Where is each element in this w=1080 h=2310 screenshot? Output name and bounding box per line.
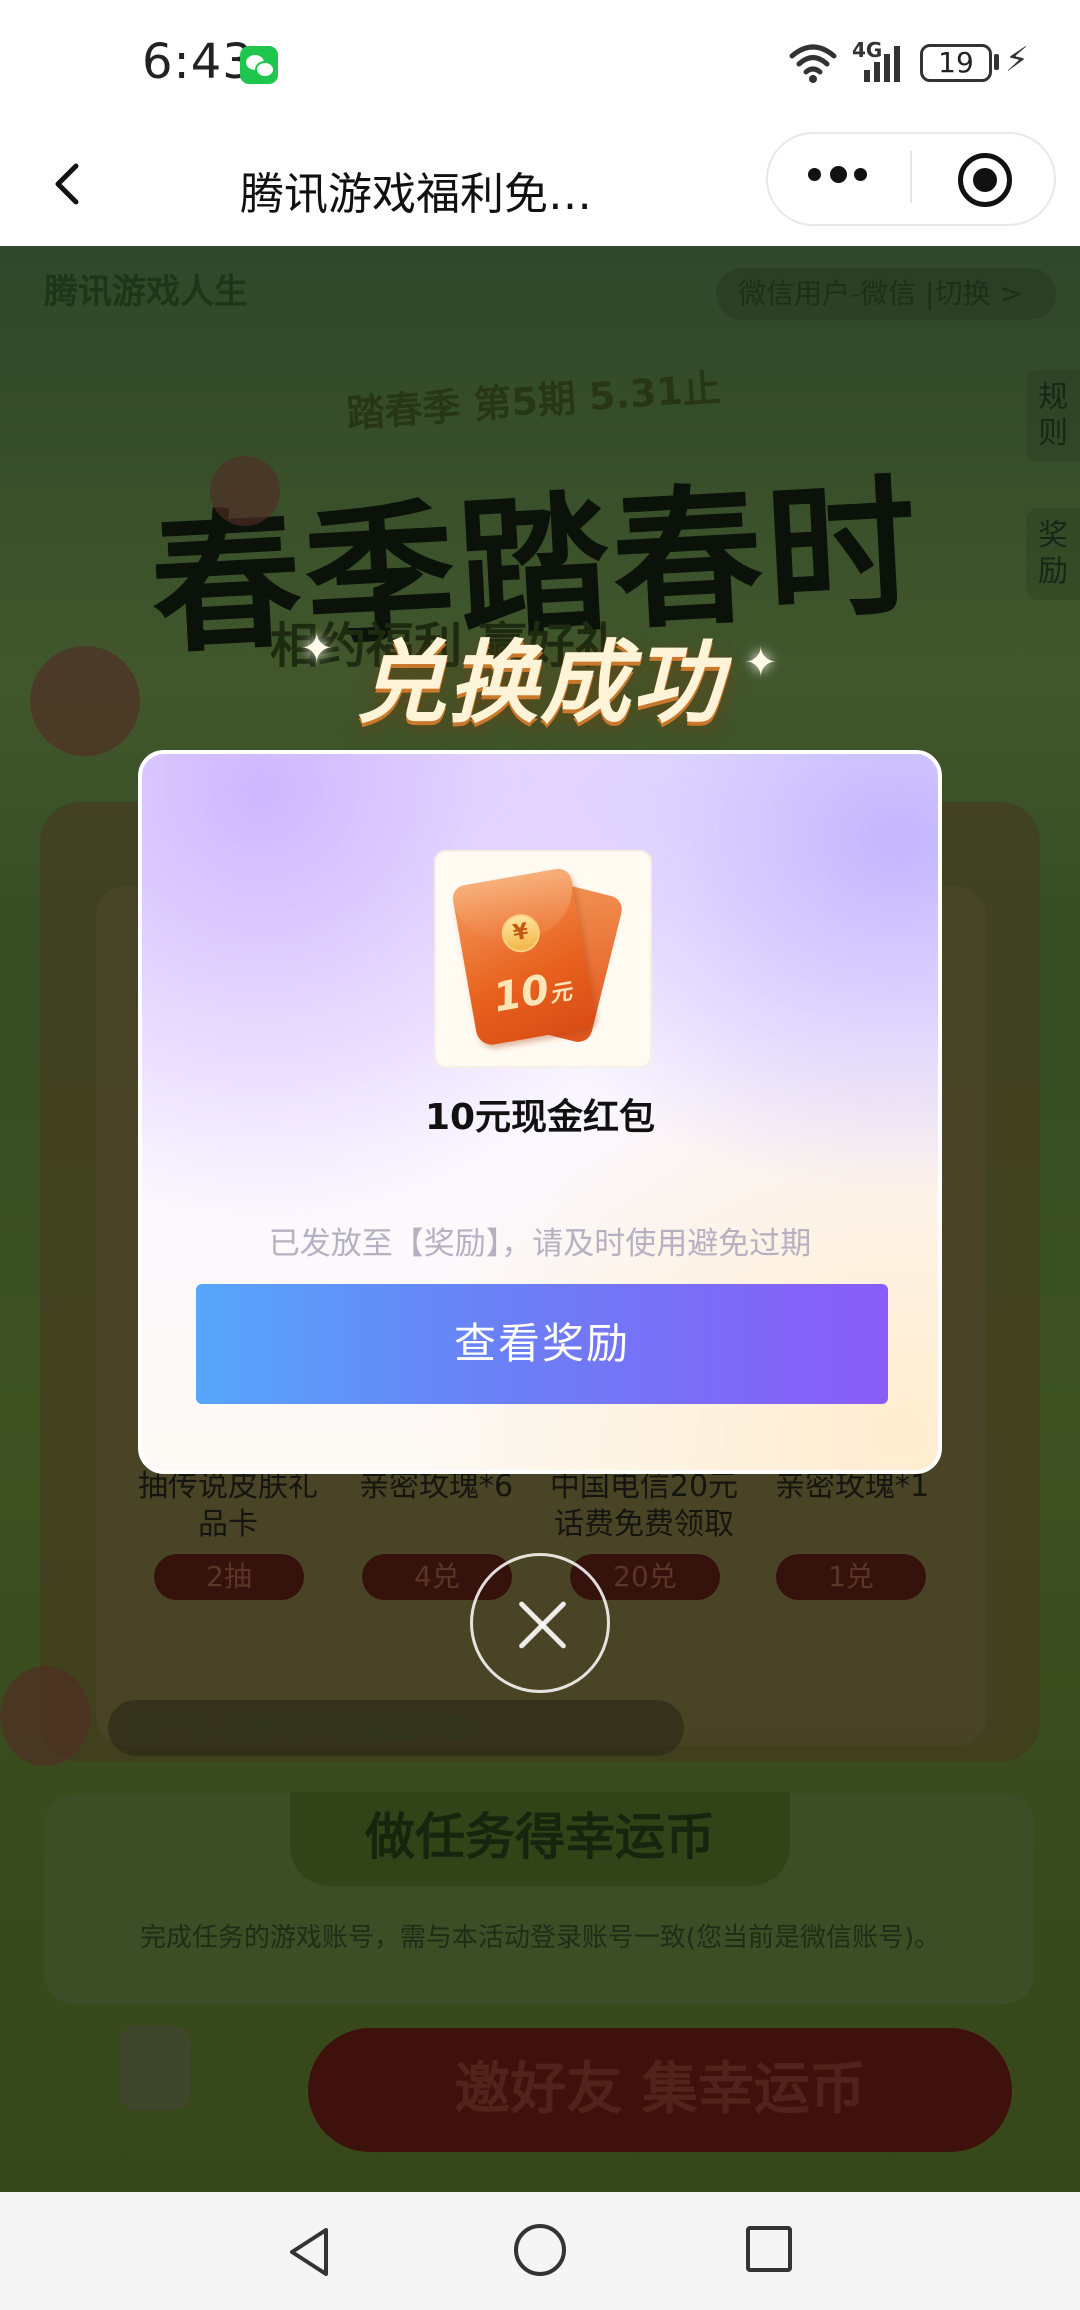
system-home-icon[interactable] [514,2224,566,2276]
close-x-icon[interactable] [470,1553,610,1693]
mini-program-nav-bar: 腾讯游戏福利免… [0,128,1080,246]
page-title: 腾讯游戏福利免… [240,169,592,220]
system-navigation-bar [0,2192,1080,2310]
system-recents-icon[interactable] [746,2226,792,2272]
sparkle-icon: ✦ [300,626,334,672]
capsule-divider [910,151,912,203]
battery-icon: 19 [920,44,992,82]
target-close-icon[interactable] [958,153,1012,207]
wechat-notification-icon [240,46,278,84]
more-dots-icon[interactable] [808,159,868,189]
view-reward-button[interactable]: 查看奖励 [196,1284,888,1404]
envelope-amount: 10 [489,966,553,1022]
wifi-icon [789,44,837,83]
red-envelope-icon: ¥ 10元 [434,850,652,1068]
reward-modal: ¥ 10元 10元现金红包 已发放至【奖励】，请及时使用避免过期 查看奖励 [138,750,942,1474]
sparkle-icon: ✦ [744,640,778,686]
cellular-signal-icon [864,46,900,82]
system-back-icon[interactable] [282,2224,338,2280]
charging-icon: ⚡ [1005,40,1029,80]
envelope-value: 10元 [479,961,585,1024]
status-bar: 6:43 4G 19 ⚡ [0,0,1080,128]
status-time: 6:43 [142,34,254,90]
exchange-success-title: 兑换成功 [356,631,724,736]
reward-note: 已发放至【奖励】，请及时使用避免过期 [268,1226,812,1262]
envelope-unit: 元 [547,979,574,1008]
chevron-left-icon[interactable] [38,154,98,214]
prize-name-label: 10元现金红包 [424,1097,656,1138]
battery-tip [994,54,999,70]
